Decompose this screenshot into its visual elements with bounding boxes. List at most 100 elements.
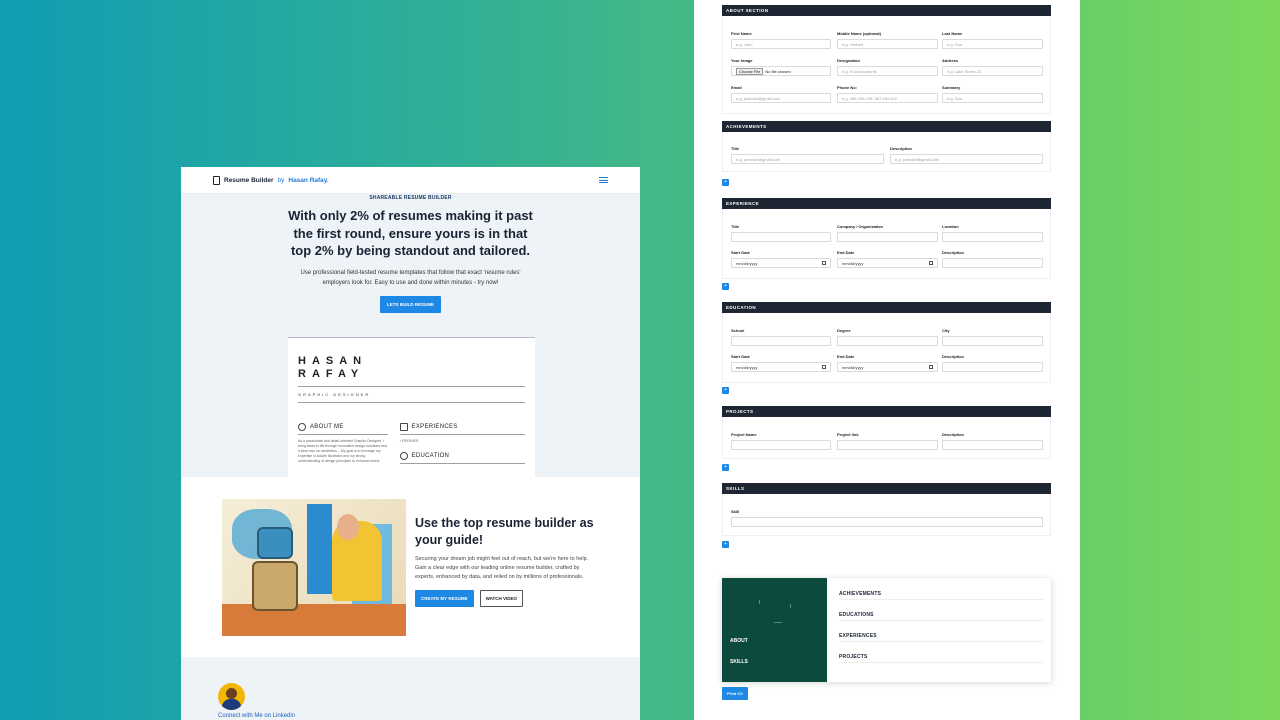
company-field: Company / Organization	[837, 224, 938, 242]
brand-name: Resume Builder	[224, 176, 274, 184]
address-field: Address e.g. Lake Street-23	[942, 58, 1043, 76]
project-link-input[interactable]	[837, 440, 938, 450]
phone-input[interactable]: e.g. 456-768-798, 567.654.002	[837, 93, 938, 103]
calendar-icon[interactable]	[929, 365, 933, 369]
add-achievement-button[interactable]: +	[722, 179, 729, 186]
divider	[298, 434, 388, 435]
top-navbar: Resume Builder by Hasan Rafay.	[181, 167, 640, 194]
experience-title-input[interactable]	[731, 232, 831, 242]
address-label: Address	[942, 58, 959, 63]
last-name-input[interactable]: e.g. Doe	[942, 39, 1043, 49]
city-input[interactable]	[942, 336, 1043, 346]
designation-input[interactable]: e.g. Sr.Accountants	[837, 66, 938, 76]
last-name-label: Last Name	[942, 31, 963, 36]
briefcase-icon	[399, 423, 408, 431]
education-end-date-input[interactable]: mm/dd/yyyy	[837, 362, 938, 372]
city-label: City	[942, 328, 950, 333]
feature-buttons: CREATE MY RESUME WATCH VIDEO	[415, 590, 595, 607]
achievement-description-input[interactable]: e.g. johndoe@gmail.com	[890, 154, 1043, 164]
divider	[839, 641, 1044, 642]
hamburger-menu-icon[interactable]	[599, 177, 608, 183]
divider	[298, 386, 525, 387]
build-resume-button[interactable]: LETS BUILD RESUME	[379, 295, 441, 313]
education-start-date-label: Start Date	[731, 354, 750, 359]
image-file-input[interactable]: Choose File No file chosen	[731, 66, 831, 76]
location-label: Location	[942, 224, 959, 229]
feature-section: Use the top resume builder as your guide…	[181, 477, 640, 657]
choose-file-button[interactable]: Choose File	[736, 67, 764, 75]
first-name-input[interactable]: e.g. John	[731, 39, 831, 49]
email-label: Email	[731, 85, 742, 90]
education-end-date-label: End Date	[837, 354, 855, 359]
feature-text: Use the top resume builder as your guide…	[415, 515, 595, 607]
experience-end-date-input[interactable]: mm/dd/yyyy	[837, 258, 938, 268]
project-description-label: Description	[942, 432, 965, 437]
resume-icon	[213, 175, 220, 185]
school-label: School	[731, 328, 745, 333]
location-field: Location	[942, 224, 1043, 242]
experience-description-input[interactable]	[942, 258, 1043, 268]
add-project-button[interactable]: +	[722, 464, 729, 471]
linkedin-link[interactable]: Connect with Me on Linkedin	[218, 713, 295, 719]
add-skill-button[interactable]: +	[722, 541, 729, 548]
skills-section-card: Skill	[722, 494, 1051, 536]
phone-label: Phone No:	[837, 85, 857, 90]
watch-video-button[interactable]: WATCH VIDEO	[479, 590, 524, 607]
cv-about-text: As a passionate and detail-oriented Grap…	[298, 439, 387, 463]
robot-illustration	[222, 499, 406, 636]
experience-end-date-field: End Date mm/dd/yyyy	[837, 250, 938, 268]
divider	[399, 434, 525, 435]
add-education-button[interactable]: +	[722, 387, 729, 394]
calendar-icon[interactable]	[929, 261, 933, 265]
create-resume-button[interactable]: CREATE MY RESUME	[415, 590, 474, 607]
degree-field: Degree	[837, 328, 938, 346]
skill-field: Skill	[731, 509, 1043, 527]
address-input[interactable]: e.g. Lake Street-23	[942, 66, 1043, 76]
resume-preview-card: HASAN RAFAY GRAPHIC DESIGNER ABOUT ME As…	[288, 337, 535, 477]
education-section-header: EDUCATION	[722, 302, 1051, 313]
middle-name-input[interactable]: e.g. Herbert	[837, 39, 938, 49]
print-cv-button[interactable]: Print CV	[722, 687, 748, 700]
school-input[interactable]	[731, 336, 831, 346]
education-start-date-input[interactable]: mm/dd/yyyy	[731, 362, 831, 372]
date-placeholder: mm/dd/yyyy	[842, 364, 864, 370]
divider	[399, 463, 525, 464]
summary-input[interactable]: e.g. Doe	[942, 93, 1043, 103]
middle-name-field: Middle Name (optional) e.g. Herbert	[837, 31, 938, 49]
cv-about-label: ABOUT ME	[310, 424, 344, 430]
calendar-icon[interactable]	[822, 261, 826, 265]
degree-input[interactable]	[837, 336, 938, 346]
date-placeholder: mm/dd/yyyy	[736, 364, 758, 370]
preview-sidebar: ABOUT SKILLS	[722, 578, 827, 682]
cv-left-column: ABOUT ME As a passionate and detail-orie…	[298, 423, 388, 464]
achievement-description-field: Description e.g. johndoe@gmail.com	[890, 146, 1043, 164]
skills-section-header: SKILLS	[722, 483, 1051, 494]
company-label: Company / Organization	[837, 224, 884, 229]
project-description-input[interactable]	[942, 440, 1043, 450]
experience-title-field: Title	[731, 224, 831, 242]
email-input[interactable]: e.g. johndoe@gmail.com	[731, 93, 831, 103]
project-link-label: Project link	[837, 432, 859, 437]
education-description-input[interactable]	[942, 362, 1043, 372]
resume-form-screenshot: ABOUT SECTION First Name e.g. John Middl…	[694, 0, 1080, 720]
brand-logo[interactable]: Resume Builder by Hasan Rafay.	[213, 175, 329, 185]
divider	[839, 662, 1044, 663]
achievement-title-input[interactable]: e.g. johndoe@gmail.com	[731, 154, 884, 164]
feature-title: Use the top resume builder as your guide…	[415, 516, 594, 547]
date-placeholder: mm/dd/yyyy	[842, 260, 864, 266]
education-description-field: Description	[942, 354, 1043, 372]
company-input[interactable]	[837, 232, 938, 242]
skill-input[interactable]	[731, 517, 1043, 527]
project-name-input[interactable]	[731, 440, 831, 450]
achievements-section-header: ACHIEVEMENTS	[722, 121, 1051, 132]
cv-experiences-label: EXPERIENCES	[411, 424, 458, 430]
achievement-title-label: Title	[731, 146, 740, 151]
last-name-field: Last Name e.g. Doe	[942, 31, 1043, 49]
location-input[interactable]	[942, 232, 1043, 242]
project-name-label: Project Name	[731, 432, 757, 437]
about-section-header: ABOUT SECTION	[722, 5, 1051, 16]
add-experience-button[interactable]: +	[722, 283, 729, 290]
experience-start-date-input[interactable]: mm/dd/yyyy	[731, 258, 831, 268]
calendar-icon[interactable]	[822, 365, 826, 369]
summary-field: Summary e.g. Doe	[942, 85, 1043, 103]
